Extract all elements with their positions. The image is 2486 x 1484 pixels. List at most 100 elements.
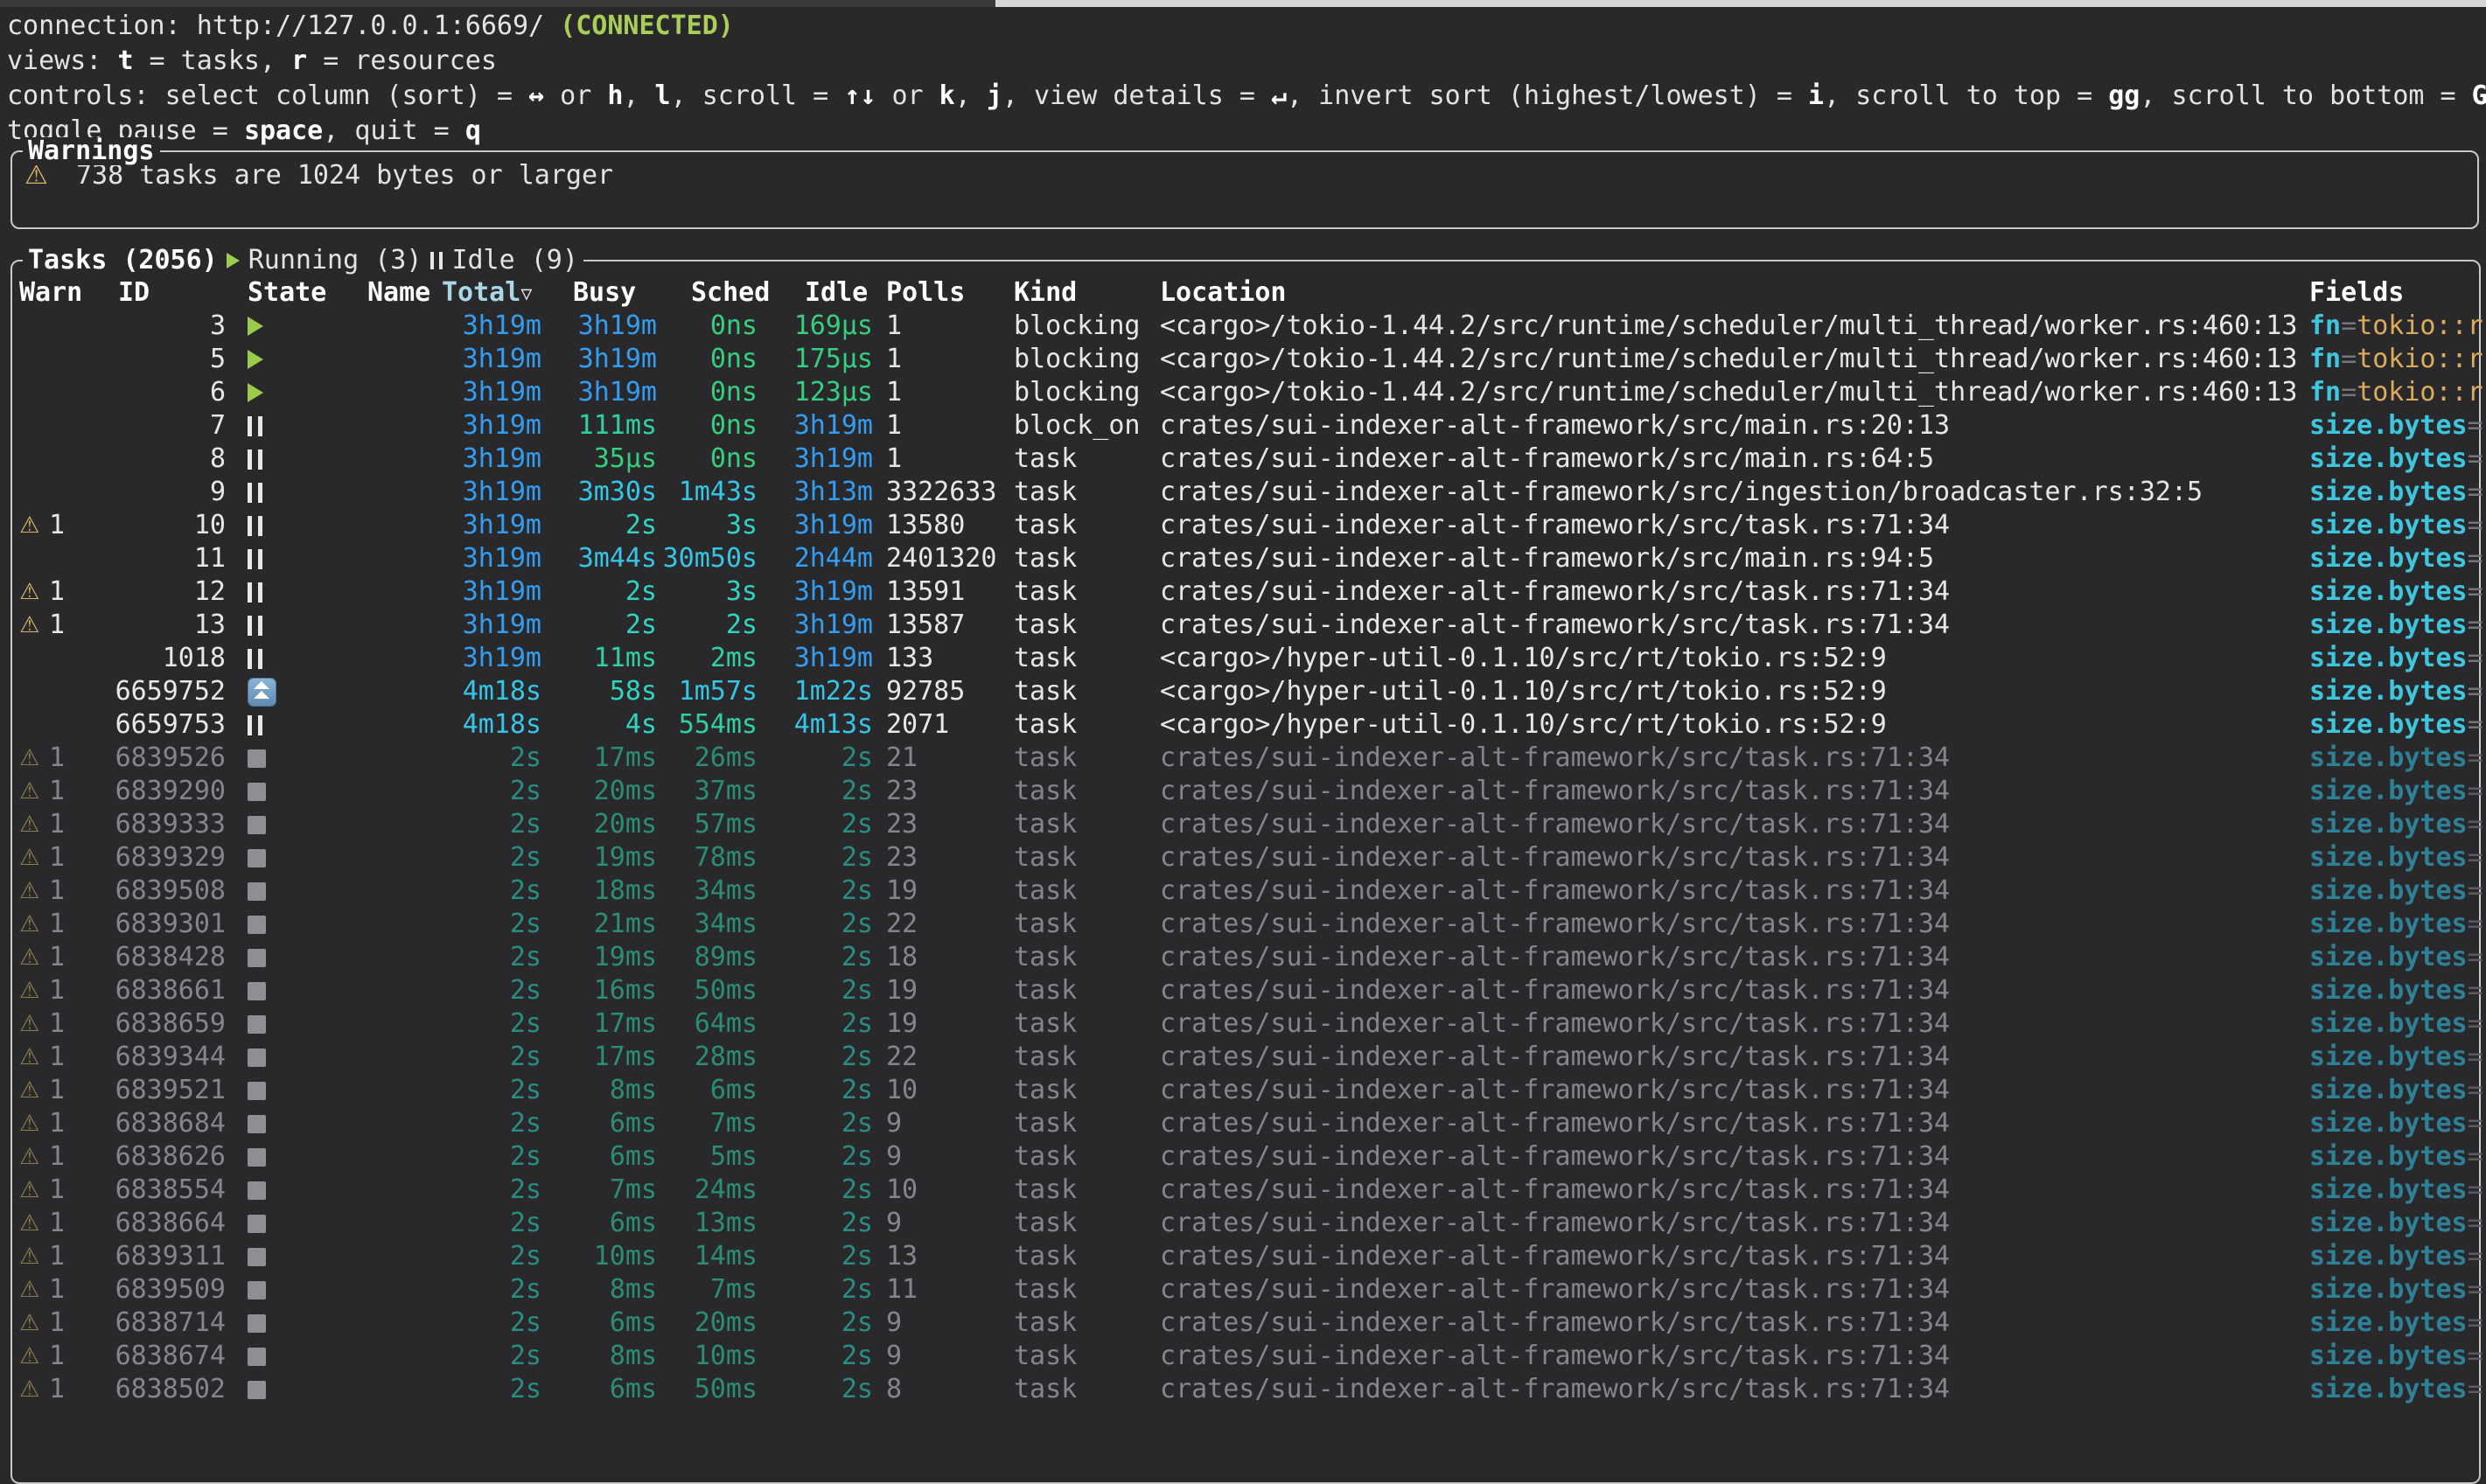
task-row[interactable]: ⚠168395262s17ms26ms2s21taskcrates/sui-in… — [0, 742, 2486, 775]
column-header-sched[interactable]: Sched — [691, 276, 770, 310]
task-row[interactable]: 53h19m3h19m0ns175µs1blocking<cargo>/toki… — [0, 343, 2486, 376]
task-row[interactable]: ⚠168386642s6ms13ms2s9taskcrates/sui-inde… — [0, 1207, 2486, 1240]
task-location: crates/sui-indexer-alt-framework/src/tas… — [1160, 1240, 1950, 1273]
polls-count: 10 — [886, 1074, 918, 1107]
task-row[interactable]: ⚠168386262s6ms5ms2s9taskcrates/sui-index… — [0, 1140, 2486, 1174]
task-kind: task — [1014, 1306, 1077, 1340]
completed-state — [248, 1207, 266, 1240]
task-row[interactable]: ⚠168386592s17ms64ms2s19taskcrates/sui-in… — [0, 1007, 2486, 1041]
field-equals: = — [2468, 1307, 2483, 1338]
column-header-state[interactable]: State — [248, 276, 326, 310]
completed-icon — [248, 1181, 266, 1200]
column-header-busy[interactable]: Busy — [573, 276, 636, 310]
completed-state — [248, 1140, 266, 1174]
task-row[interactable]: 66597534m18s4s554ms4m13s2071task<cargo>/… — [0, 708, 2486, 742]
idle-duration: 2s — [707, 742, 873, 775]
column-header-idle[interactable]: Idle — [805, 276, 868, 310]
task-kind: task — [1014, 609, 1077, 642]
task-row[interactable]: ⚠168392902s20ms37ms2s23taskcrates/sui-in… — [0, 775, 2486, 808]
task-row[interactable]: ⚠168395212s8ms6ms2s10taskcrates/sui-inde… — [0, 1074, 2486, 1107]
column-header-label: Kind — [1014, 277, 1077, 308]
field-equals: = — [2468, 909, 2483, 939]
task-row[interactable]: ⚠168395082s18ms34ms2s19taskcrates/sui-in… — [0, 874, 2486, 908]
polls-count: 13587 — [886, 609, 965, 642]
task-row[interactable]: 83h19m35µs0ns3h19m1taskcrates/sui-indexe… — [0, 442, 2486, 476]
column-header-total[interactable]: Total▿ — [442, 276, 532, 310]
warning-triangle-icon: ⚠ — [19, 1174, 39, 1207]
column-header-name[interactable]: Name — [367, 276, 430, 310]
completed-state — [248, 841, 266, 874]
idle-duration: 2s — [707, 1340, 873, 1373]
task-row[interactable]: ⚠168386742s8ms10ms2s9taskcrates/sui-inde… — [0, 1340, 2486, 1373]
field-equals: = — [2468, 1174, 2483, 1205]
completed-icon — [248, 982, 266, 1000]
task-fields: size.bytes= — [2309, 575, 2486, 609]
column-header-fields[interactable]: Fields — [2309, 276, 2404, 310]
task-row[interactable]: ⚠168385022s6ms50ms2s8taskcrates/sui-inde… — [0, 1373, 2486, 1406]
field-key: size.bytes — [2309, 643, 2468, 673]
task-row[interactable]: 113h19m3m44s30m50s2h44m2401320taskcrates… — [0, 542, 2486, 575]
polls-count: 23 — [886, 808, 918, 841]
task-location: <cargo>/tokio-1.44.2/src/runtime/schedul… — [1160, 343, 2297, 376]
field-equals: = — [2468, 1042, 2483, 1072]
task-row[interactable]: 73h19m111ms0ns3h19m1block_oncrates/sui-i… — [0, 409, 2486, 442]
task-id: 6839333 — [59, 808, 226, 841]
task-kind: blocking — [1014, 343, 1141, 376]
task-fields: size.bytes= — [2309, 808, 2486, 841]
task-row[interactable]: 66597524m18s58s1m57s1m22s92785task<cargo… — [0, 675, 2486, 708]
polls-count: 9 — [886, 1207, 902, 1240]
idle-duration: 4m13s — [707, 708, 873, 742]
task-id: 6839526 — [59, 742, 226, 775]
idle-duration: 123µs — [707, 376, 873, 409]
field-equals: = — [2468, 776, 2483, 806]
task-row[interactable]: ⚠168386612s16ms50ms2s19taskcrates/sui-in… — [0, 974, 2486, 1007]
task-row[interactable]: ⚠1133h19m2s2s3h19m13587taskcrates/sui-in… — [0, 609, 2486, 642]
warning-triangle-icon: ⚠ — [19, 1306, 39, 1340]
idle-state — [248, 542, 262, 575]
idle-duration: 2s — [707, 1074, 873, 1107]
task-row[interactable]: ⚠1103h19m2s3s3h19m13580taskcrates/sui-in… — [0, 509, 2486, 542]
task-row[interactable]: ⚠168393442s17ms28ms2s22taskcrates/sui-in… — [0, 1041, 2486, 1074]
task-fields: size.bytes= — [2309, 1240, 2486, 1273]
task-row[interactable]: ⚠168387142s6ms20ms2s9taskcrates/sui-inde… — [0, 1306, 2486, 1340]
task-row[interactable]: ⚠168393112s10ms14ms2s13taskcrates/sui-in… — [0, 1240, 2486, 1273]
task-location: crates/sui-indexer-alt-framework/src/tas… — [1160, 1306, 1950, 1340]
task-location: crates/sui-indexer-alt-framework/src/tas… — [1160, 1174, 1950, 1207]
task-row[interactable]: ⚠168384282s19ms89ms2s18taskcrates/sui-in… — [0, 941, 2486, 974]
field-value: tokio::r — [2357, 377, 2483, 408]
completed-icon — [248, 949, 266, 967]
field-key: fn — [2309, 344, 2341, 374]
task-row[interactable]: 33h19m3h19m0ns169µs1blocking<cargo>/toki… — [0, 310, 2486, 343]
task-kind: task — [1014, 509, 1077, 542]
idle-icon — [248, 549, 262, 569]
task-location: crates/sui-indexer-alt-framework/src/mai… — [1160, 442, 1934, 476]
task-fields: size.bytes= — [2309, 642, 2486, 675]
warnings-panel-title: Warnings — [23, 137, 160, 165]
column-header-id[interactable]: ID — [118, 276, 150, 310]
idle-icon — [248, 416, 262, 436]
polls-count: 1 — [886, 343, 902, 376]
field-equals: = — [2468, 809, 2483, 840]
task-row[interactable]: 93h19m3m30s1m43s3h13m3322633taskcrates/s… — [0, 476, 2486, 509]
task-row[interactable]: ⚠168385542s7ms24ms2s10taskcrates/sui-ind… — [0, 1174, 2486, 1207]
task-location: crates/sui-indexer-alt-framework/src/tas… — [1160, 974, 1950, 1007]
task-row[interactable]: 10183h19m11ms2ms3h19m133task<cargo>/hype… — [0, 642, 2486, 675]
idle-duration: 3h13m — [707, 476, 873, 509]
idle-duration: 2s — [707, 1041, 873, 1074]
column-header-polls[interactable]: Polls — [886, 276, 965, 310]
task-row[interactable]: 63h19m3h19m0ns123µs1blocking<cargo>/toki… — [0, 376, 2486, 409]
task-row[interactable]: ⚠168393292s19ms78ms2s23taskcrates/sui-in… — [0, 841, 2486, 874]
task-row[interactable]: ⚠1123h19m2s3s3h19m13591taskcrates/sui-in… — [0, 575, 2486, 609]
column-header-kind[interactable]: Kind — [1014, 276, 1077, 310]
column-header-location[interactable]: Location — [1160, 276, 1287, 310]
task-row[interactable]: ⚠168395092s8ms7ms2s11taskcrates/sui-inde… — [0, 1273, 2486, 1306]
task-id: 6839521 — [59, 1074, 226, 1107]
task-id: 8 — [59, 442, 226, 476]
column-header-warn[interactable]: Warn — [19, 276, 82, 310]
task-row[interactable]: ⚠168393332s20ms57ms2s23taskcrates/sui-in… — [0, 808, 2486, 841]
task-fields: size.bytes= — [2309, 1373, 2486, 1406]
task-fields: size.bytes= — [2309, 609, 2486, 642]
task-row[interactable]: ⚠168393012s21ms34ms2s22taskcrates/sui-in… — [0, 908, 2486, 941]
task-kind: task — [1014, 841, 1077, 874]
task-row[interactable]: ⚠168386842s6ms7ms2s9taskcrates/sui-index… — [0, 1107, 2486, 1140]
